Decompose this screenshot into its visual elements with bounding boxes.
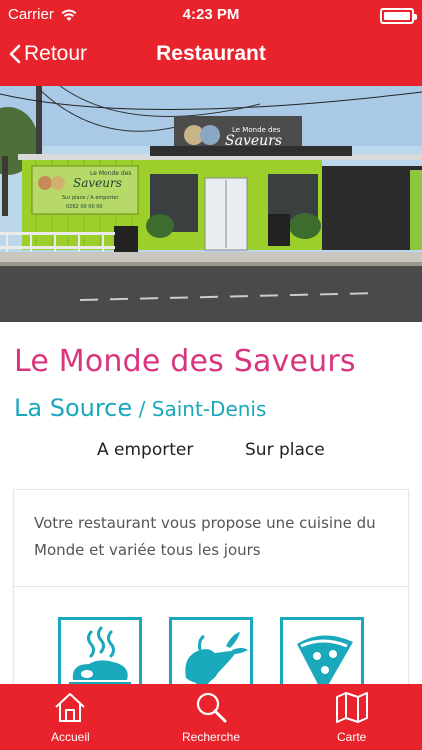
tab-recherche[interactable]: Recherche bbox=[141, 684, 282, 750]
feature-icons-row bbox=[14, 587, 408, 701]
wall-sign-line2: Saveurs bbox=[73, 176, 122, 190]
status-bar: Carrier 4:23 PM bbox=[0, 0, 422, 30]
location-separator: / bbox=[138, 397, 146, 421]
wall-sign-line3: Sur place / A emporter bbox=[62, 195, 120, 201]
wall-sign-line4: 0262 00 00 00 bbox=[66, 204, 103, 210]
back-button[interactable]: Retour bbox=[8, 42, 87, 66]
tab-accueil-label: Accueil bbox=[50, 730, 90, 744]
description-card: Votre restaurant vous propose une cuisin… bbox=[14, 490, 408, 701]
battery-icon bbox=[380, 8, 417, 24]
battery-fill bbox=[384, 12, 410, 20]
tag-takeaway: A emporter bbox=[97, 440, 194, 460]
city-label: Saint-Denis bbox=[151, 397, 267, 421]
nav-bar: Retour Restaurant bbox=[0, 30, 422, 86]
tab-carte-label: Carte bbox=[337, 730, 367, 744]
search-icon bbox=[196, 692, 227, 723]
tab-accueil[interactable]: Accueil bbox=[0, 684, 141, 750]
storefront-illustration: Le Monde des Saveurs Le Monde des Saveur… bbox=[0, 86, 422, 322]
restaurant-name: Le Monde des Saveurs bbox=[14, 344, 356, 379]
map-icon bbox=[335, 692, 368, 723]
district-label: La Source bbox=[14, 394, 133, 422]
home-icon bbox=[55, 693, 86, 722]
restaurant-photo: Le Monde des Saveurs Le Monde des Saveur… bbox=[0, 86, 422, 322]
restaurant-location: La Source / Saint-Denis bbox=[14, 394, 266, 422]
status-time: 4:23 PM bbox=[182, 6, 240, 23]
tab-bar: Accueil Recherche Carte bbox=[0, 684, 422, 750]
tag-dine-in: Sur place bbox=[245, 440, 325, 460]
battery-indicator bbox=[380, 8, 417, 24]
back-label: Retour bbox=[24, 42, 88, 65]
chevron-left-icon bbox=[9, 44, 21, 64]
tab-recherche-label: Recherche bbox=[181, 730, 241, 744]
tab-carte[interactable]: Carte bbox=[281, 684, 422, 750]
app-header: Carrier 4:23 PM Retour Restaurant bbox=[0, 0, 422, 86]
restaurant-description: Votre restaurant vous propose une cuisin… bbox=[34, 514, 376, 559]
